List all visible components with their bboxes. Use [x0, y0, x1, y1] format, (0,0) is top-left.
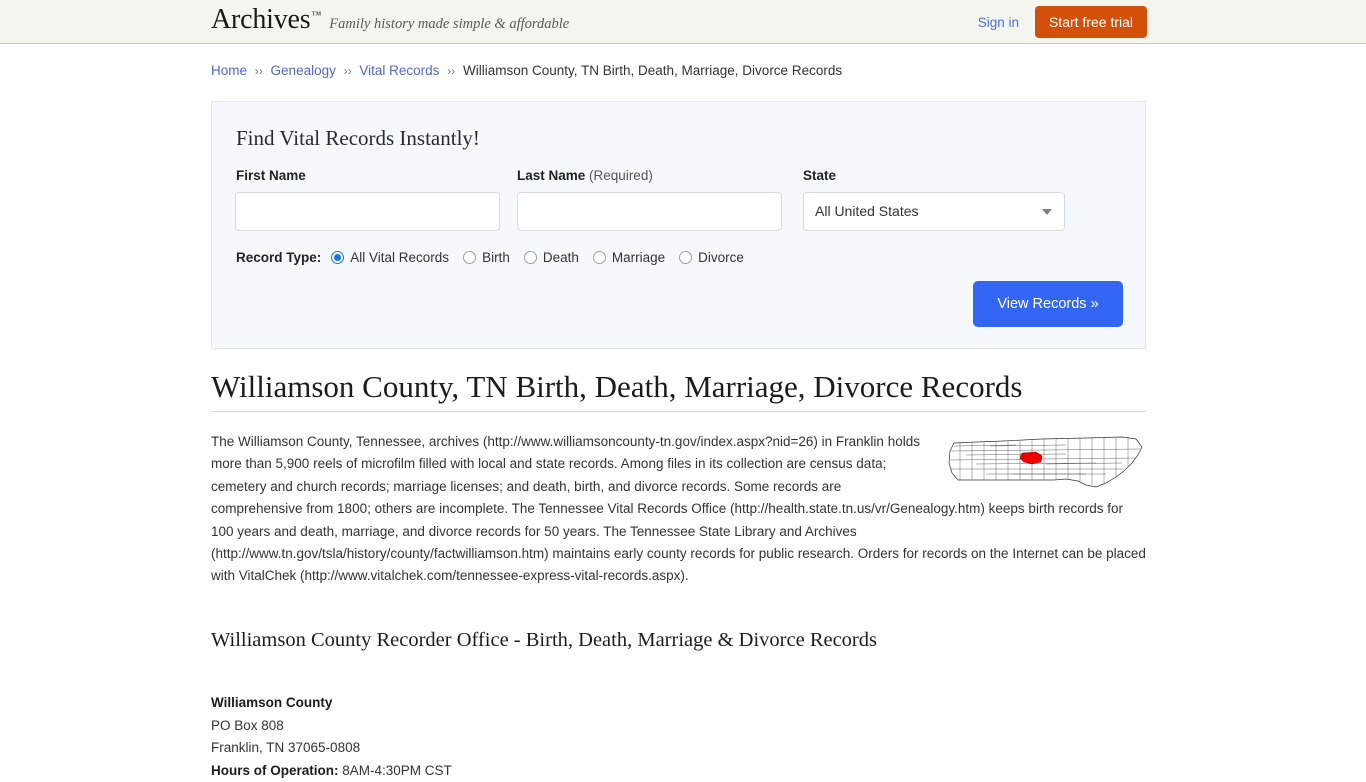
- first-name-label-text: First Name: [236, 168, 306, 183]
- radio-indicator-selected: [331, 251, 344, 264]
- radio-indicator: [463, 251, 476, 264]
- start-free-trial-button[interactable]: Start free trial: [1035, 6, 1147, 38]
- last-name-input[interactable]: [517, 192, 782, 231]
- chevron-down-icon: [1042, 209, 1052, 215]
- record-type-label: Record Type:: [236, 250, 321, 265]
- state-select[interactable]: All United States: [803, 192, 1065, 231]
- breadcrumb-item-current: Williamson County, TN Birth, Death, Marr…: [463, 63, 842, 78]
- page-title: Williamson County, TN Birth, Death, Marr…: [211, 368, 1146, 405]
- last-name-required-note: (Required): [589, 168, 653, 183]
- state-select-value: All United States: [815, 203, 919, 219]
- radio-label-birth: Birth: [482, 250, 510, 265]
- article-body: The Williamson County, Tennessee, archiv…: [211, 431, 1146, 588]
- sign-in-link[interactable]: Sign in: [978, 15, 1019, 30]
- brand-tagline: Family history made simple & affordable: [329, 16, 569, 33]
- radio-label-marriage: Marriage: [612, 250, 665, 265]
- radio-death[interactable]: Death: [524, 250, 579, 265]
- address-office-name: Williamson County: [211, 692, 452, 715]
- hours-label: Hours of Operation:: [211, 763, 339, 778]
- search-panel-title: Find Vital Records Instantly!: [236, 126, 480, 151]
- breadcrumb-item-vital-records[interactable]: Vital Records: [359, 63, 439, 78]
- tennessee-county-map-icon: [946, 433, 1146, 493]
- radio-birth[interactable]: Birth: [463, 250, 510, 265]
- recorder-office-address: Williamson County PO Box 808 Franklin, T…: [211, 692, 452, 782]
- site-logo[interactable]: Archives ™ Family history made simple & …: [211, 6, 569, 34]
- radio-all-vital-records[interactable]: All Vital Records: [331, 250, 449, 265]
- title-divider: [211, 411, 1146, 412]
- radio-marriage[interactable]: Marriage: [593, 250, 665, 265]
- state-label: State: [803, 168, 836, 183]
- hours-value: 8AM-4:30PM CST: [342, 763, 452, 778]
- section-heading-recorder-office: Williamson County Recorder Office - Birt…: [211, 629, 877, 652]
- site-header: Archives ™ Family history made simple & …: [0, 0, 1366, 44]
- header-actions: Sign in Start free trial: [978, 0, 1147, 44]
- radio-indicator: [679, 251, 692, 264]
- first-name-label: First Name: [236, 168, 306, 183]
- address-hours: Hours of Operation: 8AM-4:30PM CST: [211, 760, 452, 782]
- vital-records-search-panel: Find Vital Records Instantly! First Name…: [211, 101, 1146, 349]
- breadcrumb-separator: ››: [447, 64, 455, 78]
- last-name-label: Last Name (Required): [517, 168, 653, 183]
- radio-divorce[interactable]: Divorce: [679, 250, 744, 265]
- address-line-1: PO Box 808: [211, 715, 452, 738]
- radio-label-death: Death: [543, 250, 579, 265]
- address-line-2: Franklin, TN 37065-0808: [211, 737, 452, 760]
- record-type-group: Record Type: All Vital Records Birth Dea…: [236, 250, 758, 265]
- breadcrumb-item-home[interactable]: Home: [211, 63, 247, 78]
- last-name-label-text: Last Name: [517, 168, 585, 183]
- breadcrumb-separator: ››: [344, 64, 352, 78]
- view-records-button[interactable]: View Records »: [973, 281, 1123, 327]
- breadcrumb-separator: ››: [255, 64, 263, 78]
- radio-indicator: [524, 251, 537, 264]
- breadcrumb-item-genealogy[interactable]: Genealogy: [271, 63, 336, 78]
- state-label-text: State: [803, 168, 836, 183]
- radio-label-divorce: Divorce: [698, 250, 744, 265]
- brand-name: Archives: [211, 6, 310, 34]
- first-name-input[interactable]: [235, 192, 500, 231]
- breadcrumb: Home ›› Genealogy ›› Vital Records ›› Wi…: [211, 63, 842, 78]
- radio-indicator: [593, 251, 606, 264]
- radio-label-all-vital-records: All Vital Records: [350, 250, 449, 265]
- trademark-icon: ™: [311, 10, 321, 21]
